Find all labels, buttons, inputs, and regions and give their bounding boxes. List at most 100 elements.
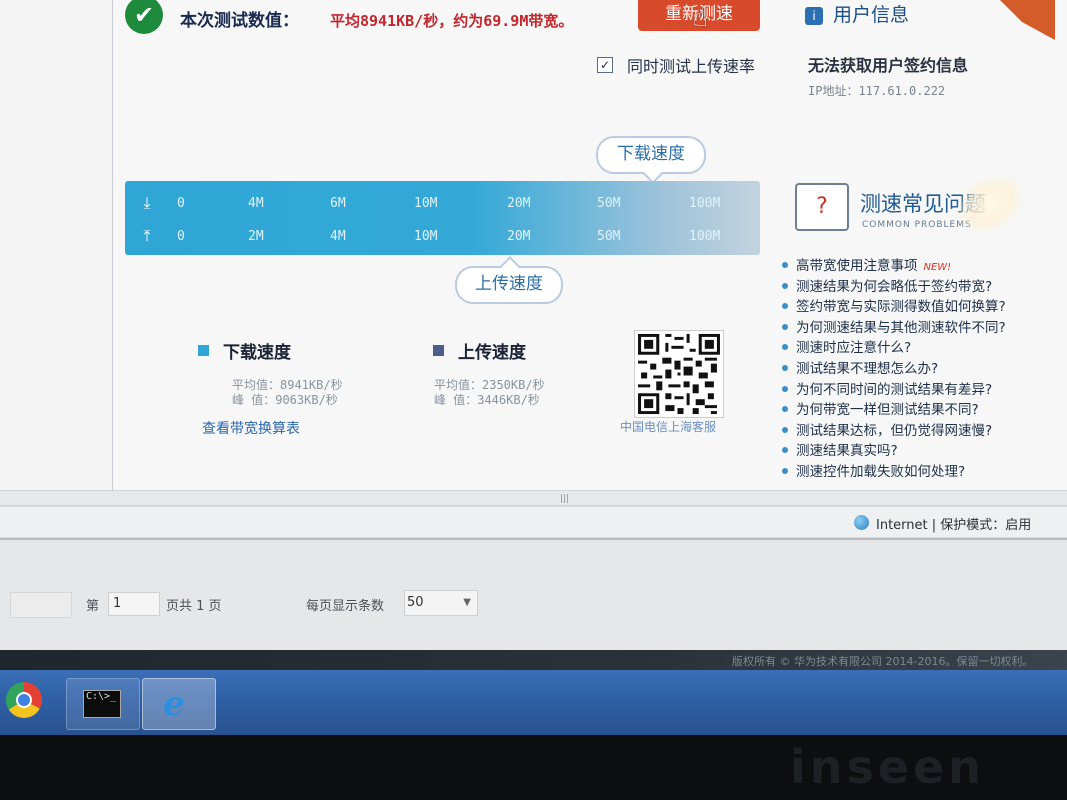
bullet-icon [782, 282, 788, 289]
bullet-icon [782, 385, 788, 392]
faq-item-label[interactable]: 高带宽使用注意事项 [796, 258, 918, 274]
chrome-icon[interactable] [6, 682, 42, 718]
faq-item-label[interactable]: 测速控件加载失败如何处理? [796, 464, 965, 480]
bullet-icon [782, 426, 788, 433]
faq-item[interactable]: 签约带宽与实际测得数值如何换算? [778, 295, 1048, 316]
bullet-icon [782, 467, 788, 474]
upload-tick: 100M [689, 229, 721, 244]
faq-list: 高带宽使用注意事项 NEW! 测速结果为何会略低于签约带宽? 签约带宽与实际测得数… [778, 254, 1048, 481]
faq-item[interactable]: 测速时应注意什么? [778, 336, 1048, 357]
faq-subtitle: COMMON PROBLEMS [862, 220, 972, 230]
faq-item-label[interactable]: 测试结果不理想怎么办? [796, 361, 938, 377]
copyright-text: 版权所有 © 华为技术有限公司 2014-2016。保留一切权利。 [732, 655, 1034, 668]
upload-tick: 4M [330, 229, 346, 244]
download-peak: 峰 值：9063KB/秒 [232, 393, 338, 407]
faq-item[interactable]: 测速结果真实吗? [778, 439, 1048, 460]
faq-item-label[interactable]: 测试结果达标，但仍觉得网速慢? [796, 423, 992, 439]
browser-page: ✔ 本次测试数值： 平均8941KB/秒，约为69.9M带宽。 重新测速 ☝ i… [0, 0, 1067, 510]
download-tick: 0 [177, 196, 185, 211]
download-tick: 20M [507, 196, 531, 211]
upload-test-checkbox-row[interactable]: ✓ 同时测试上传速率 [597, 53, 755, 77]
upload-tick: 2M [248, 229, 264, 244]
upload-icon: ⤒ [143, 226, 151, 245]
download-legend-title: 下载速度 [223, 343, 291, 363]
download-speed-bubble: 下载速度 [596, 136, 706, 174]
faq-item-label[interactable]: 测速结果真实吗? [796, 443, 898, 459]
qr-code-icon [634, 330, 724, 418]
globe-icon [854, 515, 869, 530]
faq-item[interactable]: 测试结果达标，但仍觉得网速慢? [778, 419, 1048, 440]
download-tick: 50M [597, 196, 621, 211]
user-info-title: 用户信息 [833, 4, 910, 26]
bullet-icon [782, 323, 788, 330]
faq-item[interactable]: 测速控件加载失败如何处理? [778, 460, 1048, 481]
upload-peak: 峰 值：3446KB/秒 [434, 393, 540, 407]
new-badge: NEW! [923, 262, 952, 273]
internet-explorer-icon: e [163, 684, 185, 724]
bandwidth-conversion-link[interactable]: 查看带宽换算表 [202, 418, 300, 438]
bullet-icon [782, 364, 788, 371]
faq-item-label[interactable]: 为何不同时间的测试结果有差异? [796, 382, 992, 398]
faq-item-label[interactable]: 为何测速结果与其他测速软件不同? [796, 320, 1006, 336]
host-app-area: 第 1 页共 1 页 每页显示条数 50 ▼ [0, 538, 1067, 652]
bullet-icon [782, 447, 788, 454]
faq-item-label[interactable]: 测速时应注意什么? [796, 340, 911, 356]
upload-legend-title: 上传速度 [458, 343, 526, 363]
faq-item[interactable]: 为何不同时间的测试结果有差异? [778, 378, 1048, 399]
upload-legend: 上传速度 [433, 338, 526, 363]
download-tick: 10M [414, 196, 438, 211]
windows-taskbar: C:\>_ e [0, 670, 1067, 735]
bullet-icon [782, 303, 788, 310]
taskbar-cmd-button[interactable]: C:\>_ [66, 678, 140, 730]
user-info-heading: i 用户信息 [805, 0, 910, 26]
per-page-select[interactable]: 50 ▼ [404, 590, 478, 616]
per-page-value: 50 [407, 595, 424, 610]
upload-speed-bubble: 上传速度 [455, 266, 563, 304]
contract-info: 无法获取用户签约信息 [808, 56, 969, 75]
per-page-label: 每页显示条数 [306, 599, 385, 614]
bullet-icon [782, 406, 788, 413]
page-number-input[interactable]: 1 [108, 592, 160, 616]
monitor-brand-logo: inseen [790, 740, 986, 794]
download-swatch [198, 345, 209, 356]
ip-address: IP地址：117.61.0.222 [808, 84, 946, 98]
qr-caption: 中国电信上海客服 [620, 420, 717, 434]
bullet-icon [782, 344, 788, 351]
hand-cursor-icon: ☝ [692, 3, 708, 33]
protected-mode: 保护模式：启用 [940, 518, 1032, 533]
speed-meter-bar: ⤓ 0 4M 6M 10M 20M 50M 100M ⤒ 0 2M 4M 10M… [125, 181, 760, 255]
result-label: 本次测试数值： [180, 11, 299, 31]
copyright-bar: 版权所有 © 华为技术有限公司 2014-2016。保留一切权利。 [0, 650, 1067, 670]
upload-scale-row: ⤒ 0 2M 4M 10M 20M 50M 100M [125, 227, 760, 247]
download-tick: 100M [689, 196, 721, 211]
result-value: 平均8941KB/秒，约为69.9M带宽。 [330, 12, 574, 30]
download-icon: ⤓ [143, 193, 151, 212]
faq-item[interactable]: 高带宽使用注意事项 NEW! [778, 254, 1048, 275]
faq-icon: ? [795, 183, 849, 231]
chevron-down-icon[interactable]: ▼ [463, 591, 471, 615]
upload-tick: 50M [597, 229, 621, 244]
faq-item[interactable]: 测试结果不理想怎么办? [778, 357, 1048, 378]
download-scale-row: ⤓ 0 4M 6M 10M 20M 50M 100M [125, 194, 760, 214]
taskbar-ie-button[interactable]: e [142, 678, 216, 730]
faq-item-label[interactable]: 签约带宽与实际测得数值如何换算? [796, 299, 1006, 315]
pager-prefix: 第 [86, 599, 100, 614]
download-legend: 下载速度 [198, 338, 291, 363]
upload-tick: 10M [414, 229, 438, 244]
upload-tick: 0 [177, 229, 185, 244]
screen: ✔ 本次测试数值： 平均8941KB/秒，约为69.9M带宽。 重新测速 ☝ i… [0, 0, 1067, 735]
download-tick: 6M [330, 196, 346, 211]
faq-item-label[interactable]: 为何带宽一样但测试结果不同? [796, 402, 979, 418]
faq-item[interactable]: 为何带宽一样但测试结果不同? [778, 398, 1048, 419]
scrollbar-grip-icon[interactable]: ||| [560, 494, 569, 504]
pager-nav-box[interactable] [10, 592, 72, 618]
faq-item[interactable]: 为何测速结果与其他测速软件不同? [778, 316, 1048, 337]
horizontal-scrollbar[interactable]: ||| [0, 490, 1067, 506]
security-zone: Internet | 保护模式：启用 [876, 514, 1031, 533]
browser-statusbar: Internet | 保护模式：启用 [0, 506, 1067, 537]
upload-tick: 20M [507, 229, 531, 244]
faq-item-label[interactable]: 测速结果为何会略低于签约带宽? [796, 279, 992, 295]
upload-test-checkbox-label[interactable]: 同时测试上传速率 [627, 57, 755, 76]
faq-item[interactable]: 测速结果为何会略低于签约带宽? [778, 275, 1048, 296]
upload-test-checkbox[interactable]: ✓ [597, 57, 613, 73]
